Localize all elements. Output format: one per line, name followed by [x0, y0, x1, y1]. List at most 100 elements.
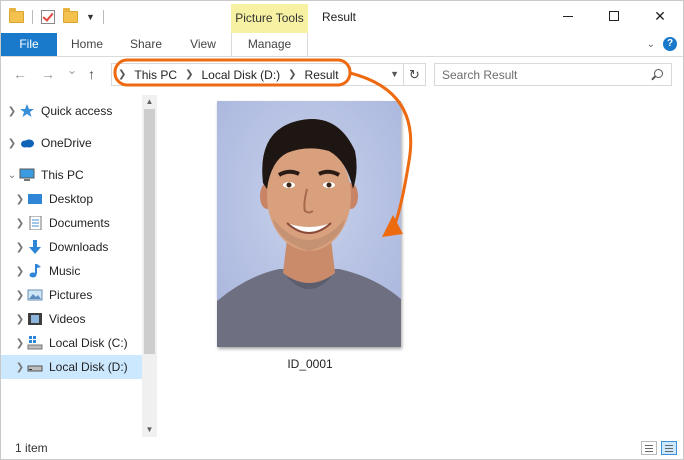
drive-icon	[27, 360, 43, 374]
sidebar-item-documents[interactable]: ❯ Documents	[13, 211, 154, 235]
sidebar-item-videos[interactable]: ❯ Videos	[13, 307, 154, 331]
qat-dropdown-icon[interactable]: ▼	[86, 12, 95, 22]
tab-share[interactable]: Share	[117, 33, 175, 56]
qat-divider	[32, 10, 33, 24]
breadcrumb-separator-icon[interactable]: ❯	[185, 69, 193, 80]
sidebar-item-this-pc[interactable]: ⌄ This PC	[5, 163, 146, 187]
recent-locations-button[interactable]: ⌄	[67, 63, 77, 77]
folder-icon[interactable]	[9, 8, 24, 23]
address-bar[interactable]: ❯ This PC ❯ Local Disk (D:) ❯ Result ▼ ↻	[111, 63, 426, 86]
breadcrumb-local-disk-d[interactable]: Local Disk (D:)	[201, 68, 280, 82]
monitor-icon	[19, 168, 35, 182]
refresh-button[interactable]: ↻	[403, 64, 425, 85]
pictures-icon	[27, 288, 43, 302]
help-icon[interactable]: ?	[663, 37, 677, 51]
ribbon-tab-bar: File Home Share View Manage ⌄ ?	[1, 33, 683, 57]
expand-chevron-icon[interactable]: ❯	[5, 106, 19, 117]
expand-chevron-icon[interactable]: ❯	[13, 266, 27, 277]
refresh-icon: ↻	[409, 67, 420, 82]
videos-icon	[27, 312, 43, 326]
expand-chevron-icon[interactable]: ❯	[13, 290, 27, 301]
scroll-down-icon[interactable]: ▼	[142, 423, 157, 437]
qat-divider	[102, 10, 104, 24]
search-box[interactable]	[434, 63, 672, 86]
expand-chevron-icon[interactable]: ❯	[13, 314, 27, 325]
sidebar-item-onedrive[interactable]: ❯ OneDrive	[5, 131, 146, 155]
expand-ribbon-chevron-icon[interactable]: ⌄	[647, 39, 655, 50]
close-button[interactable]: ✕	[637, 1, 683, 31]
image-thumbnail[interactable]	[217, 101, 401, 347]
tab-file[interactable]: File	[1, 33, 57, 56]
sidebar-item-label: Pictures	[49, 288, 93, 302]
expand-chevron-icon[interactable]: ❯	[13, 242, 27, 253]
sidebar-item-pictures[interactable]: ❯ Pictures	[13, 283, 154, 307]
maximize-icon	[609, 11, 619, 21]
sidebar-item-desktop[interactable]: ❯ Desktop	[13, 187, 154, 211]
ribbon-right-controls: ⌄ ?	[647, 37, 677, 51]
sidebar-item-label: This PC	[41, 168, 84, 182]
minimize-button[interactable]	[545, 1, 591, 31]
download-icon	[27, 240, 43, 254]
sidebar-item-local-disk-c[interactable]: ❯ Local Disk (C:)	[13, 331, 154, 355]
search-icon[interactable]	[654, 69, 663, 78]
music-icon	[27, 264, 43, 278]
tab-home[interactable]: Home	[57, 33, 117, 56]
picture-tools-context-tab: Picture Tools	[231, 4, 308, 33]
sidebar-item-label: Desktop	[49, 192, 94, 206]
large-icons-view-icon[interactable]	[661, 441, 677, 455]
expand-chevron-icon[interactable]: ❯	[13, 218, 27, 229]
breadcrumb-separator-icon[interactable]: ❯	[288, 69, 296, 80]
expand-chevron-icon[interactable]: ❯	[13, 362, 27, 373]
documents-icon	[27, 215, 43, 231]
sidebar-item-label: Local Disk (D:)	[49, 360, 128, 374]
maximize-button[interactable]	[591, 1, 637, 31]
sidebar-item-label: Videos	[49, 312, 86, 326]
expand-chevron-icon[interactable]: ❯	[5, 138, 19, 149]
scroll-up-icon[interactable]: ▲	[142, 95, 157, 109]
breadcrumb-result[interactable]: Result	[305, 68, 339, 82]
item-count: 1 item	[15, 441, 48, 455]
drive-c-icon	[27, 336, 43, 350]
back-button[interactable]: ←	[13, 66, 27, 82]
forward-button[interactable]: →	[41, 66, 55, 82]
new-folder-icon[interactable]	[63, 8, 78, 23]
file-list: ID_0001	[161, 95, 681, 437]
sidebar-item-label: OneDrive	[41, 136, 92, 150]
scroll-thumb[interactable]	[144, 109, 155, 354]
up-button[interactable]: ↑	[88, 66, 95, 82]
address-dropdown-icon[interactable]: ▼	[390, 64, 399, 85]
navigation-pane: ❯ Quick access ❯ OneDrive ⌄ This PC ❯ De…	[1, 95, 157, 437]
details-view-icon[interactable]	[641, 441, 657, 455]
sidebar-item-quick-access[interactable]: ❯ Quick access	[5, 99, 146, 123]
title-bar: ▼ Picture Tools Result ✕	[1, 1, 683, 33]
explorer-window: ▼ Picture Tools Result ✕ File Home Share…	[0, 0, 684, 460]
desktop-icon	[27, 192, 43, 206]
minimize-icon	[563, 15, 573, 17]
collapse-chevron-icon[interactable]: ⌄	[5, 170, 19, 181]
properties-check-icon[interactable]	[41, 10, 55, 24]
expand-chevron-icon[interactable]: ❯	[13, 194, 27, 205]
sidebar-item-local-disk-d[interactable]: ❯ Local Disk (D:)	[1, 355, 142, 379]
sidebar-item-label: Local Disk (C:)	[49, 336, 128, 350]
sidebar-item-label: Quick access	[41, 104, 113, 118]
window-title: Result	[322, 10, 357, 24]
expand-chevron-icon[interactable]: ❯	[13, 338, 27, 349]
star-icon	[19, 104, 35, 118]
cloud-icon	[19, 136, 35, 150]
nav-scrollbar[interactable]: ▲ ▼	[142, 95, 157, 437]
sidebar-item-label: Documents	[49, 216, 110, 230]
sidebar-item-label: Music	[49, 264, 81, 278]
file-tile[interactable]: ID_0001	[217, 101, 403, 371]
sidebar-item-downloads[interactable]: ❯ Downloads	[13, 235, 154, 259]
breadcrumb-this-pc[interactable]: This PC	[134, 68, 177, 82]
window-controls: ✕	[545, 1, 683, 31]
sidebar-item-music[interactable]: ❯ Music	[13, 259, 154, 283]
address-row: ← → ⌄ ↑ ❯ This PC ❯ Local Disk (D:) ❯ Re…	[1, 57, 683, 93]
tab-view[interactable]: View	[175, 33, 231, 56]
quick-access-toolbar: ▼	[9, 8, 104, 26]
sidebar-item-label: Downloads	[49, 240, 109, 254]
view-buttons	[641, 441, 677, 455]
breadcrumb-separator-icon[interactable]: ❯	[118, 69, 126, 80]
search-input[interactable]	[442, 64, 647, 85]
tab-manage[interactable]: Manage	[231, 33, 308, 56]
